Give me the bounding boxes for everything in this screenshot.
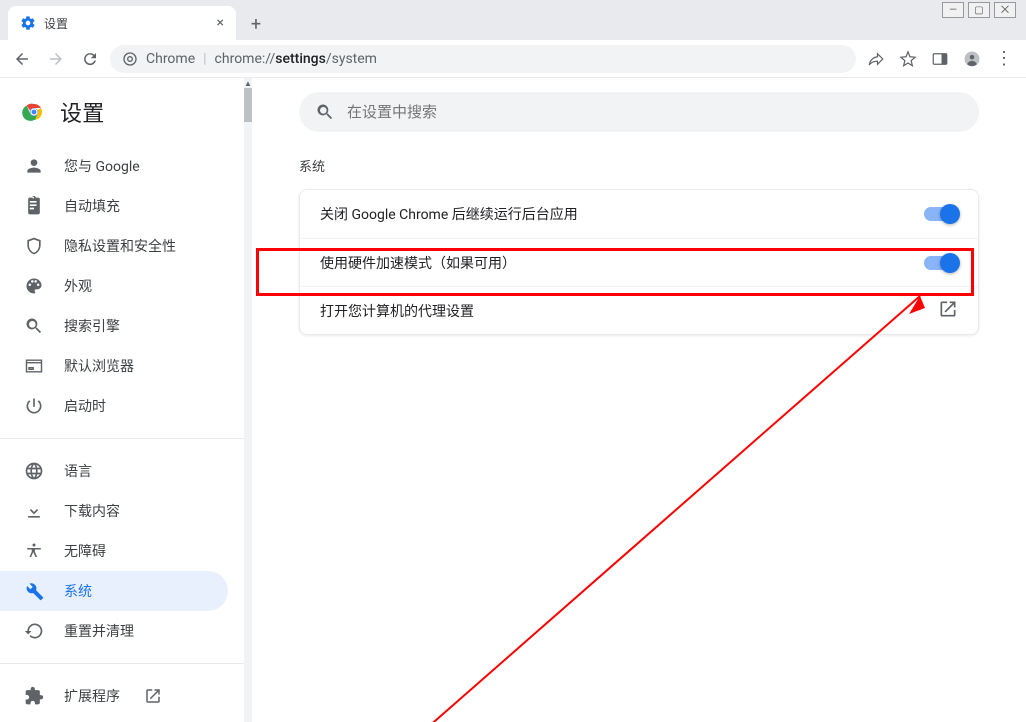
star-icon bbox=[899, 50, 917, 68]
bookmark-button[interactable] bbox=[894, 45, 922, 73]
sidebar-item-label: 系统 bbox=[64, 581, 92, 601]
avatar-icon bbox=[963, 50, 981, 68]
wrench-icon bbox=[24, 581, 44, 601]
address-url: chrome://settings/system bbox=[215, 51, 377, 67]
scroll-thumb[interactable] bbox=[244, 88, 252, 122]
chrome-logo-mono-icon bbox=[122, 51, 138, 67]
vertical-dots-icon: ⋮ bbox=[995, 48, 1013, 69]
share-button[interactable] bbox=[862, 45, 890, 73]
sidebar-item-about[interactable]: 关于 Chrome bbox=[0, 716, 228, 722]
palette-icon bbox=[24, 276, 44, 296]
overflow-menu-button[interactable]: ⋮ bbox=[990, 45, 1018, 73]
window-controls: — ▢ ⨉ bbox=[942, 2, 1016, 18]
sidebar-title: 设置 bbox=[60, 96, 104, 128]
toggle-switch[interactable] bbox=[924, 207, 958, 221]
sidebar-item-label: 默认浏览器 bbox=[64, 356, 134, 376]
person-icon bbox=[24, 156, 44, 176]
settings-card: 关闭 Google Chrome 后继续运行后台应用使用硬件加速模式（如果可用）… bbox=[299, 189, 979, 335]
sidebar-item-on-startup[interactable]: 启动时 bbox=[0, 386, 228, 426]
toggle-switch[interactable] bbox=[924, 256, 958, 270]
clipboard-icon bbox=[24, 196, 44, 216]
setting-row: 使用硬件加速模式（如果可用） bbox=[300, 238, 978, 286]
sidebar-item-label: 无障碍 bbox=[64, 541, 106, 561]
sidebar-item-search-engine[interactable]: 搜索引擎 bbox=[0, 306, 228, 346]
window-minimize-button[interactable]: — bbox=[942, 2, 964, 18]
extension-icon bbox=[24, 686, 44, 706]
restore-icon bbox=[24, 621, 44, 641]
setting-label: 打开您计算机的代理设置 bbox=[320, 301, 938, 321]
new-tab-button[interactable]: + bbox=[242, 10, 270, 38]
external-link-icon bbox=[938, 299, 958, 323]
sidebar-item-default-browser[interactable]: 默认浏览器 bbox=[0, 346, 228, 386]
settings-search[interactable] bbox=[299, 92, 979, 132]
scroll-up-arrow-icon: ▲ bbox=[244, 78, 252, 88]
side-panel-button[interactable] bbox=[926, 45, 954, 73]
sidebar-item-downloads[interactable]: 下载内容 bbox=[0, 491, 228, 531]
sidebar-item-label: 隐私设置和安全性 bbox=[64, 236, 176, 256]
sidebar-item-label: 自动填充 bbox=[64, 196, 120, 216]
sidebar-item-appearance[interactable]: 外观 bbox=[0, 266, 228, 306]
download-icon bbox=[24, 501, 44, 521]
sidebar-item-label: 扩展程序 bbox=[64, 686, 120, 706]
sidebar-item-label: 启动时 bbox=[64, 396, 106, 416]
sidebar-item-label: 下载内容 bbox=[64, 501, 120, 521]
setting-label: 使用硬件加速模式（如果可用） bbox=[320, 253, 924, 273]
search-icon bbox=[24, 316, 44, 336]
tab-close-button[interactable]: × bbox=[217, 16, 224, 30]
tab-title: 设置 bbox=[44, 15, 209, 32]
sidebar-item-privacy[interactable]: 隐私设置和安全性 bbox=[0, 226, 228, 266]
arrow-left-icon bbox=[13, 50, 31, 68]
content-area: 系统 关闭 Google Chrome 后继续运行后台应用使用硬件加速模式（如果… bbox=[252, 78, 1026, 722]
settings-sidebar: 设置 您与 Google 自动填充隐私设置和安全性外观搜索引擎默认浏览器启动时语言… bbox=[0, 78, 244, 722]
sidebar-item-label: 重置并清理 bbox=[64, 621, 134, 641]
sidebar-item-label: 语言 bbox=[64, 461, 92, 481]
window-maximize-button[interactable]: ▢ bbox=[968, 2, 990, 18]
sidebar-item-label: 搜索引擎 bbox=[64, 316, 120, 336]
sidebar-item-label: 外观 bbox=[64, 276, 92, 296]
shield-icon bbox=[24, 236, 44, 256]
share-icon bbox=[867, 50, 885, 68]
search-icon bbox=[315, 102, 335, 122]
panel-icon bbox=[931, 50, 949, 68]
tab-bar: 设置 × + bbox=[0, 0, 1026, 40]
sidebar-item-you-google[interactable]: 您与 Google bbox=[0, 146, 228, 186]
reload-icon bbox=[81, 50, 99, 68]
setting-label: 关闭 Google Chrome 后继续运行后台应用 bbox=[320, 204, 924, 224]
address-product-label: Chrome bbox=[146, 51, 195, 67]
sidebar-item-extensions[interactable]: 扩展程序 bbox=[0, 676, 228, 716]
globe-icon bbox=[24, 461, 44, 481]
browser-tab-settings[interactable]: 设置 × bbox=[8, 6, 236, 40]
sidebar-item-reset[interactable]: 重置并清理 bbox=[0, 611, 228, 651]
chrome-logo-icon bbox=[22, 100, 46, 124]
sidebar-item-languages[interactable]: 语言 bbox=[0, 451, 228, 491]
settings-search-input[interactable] bbox=[347, 103, 963, 121]
gear-icon bbox=[20, 15, 36, 31]
accessibility-icon bbox=[24, 541, 44, 561]
window-close-button[interactable]: ⨉ bbox=[994, 2, 1016, 18]
power-icon bbox=[24, 396, 44, 416]
setting-row[interactable]: 打开您计算机的代理设置 bbox=[300, 286, 978, 334]
sidebar-item-system[interactable]: 系统 bbox=[0, 571, 228, 611]
sidebar-divider bbox=[0, 663, 244, 664]
sidebar-divider bbox=[0, 438, 244, 439]
browser-icon bbox=[24, 356, 44, 376]
sidebar-item-label: 您与 Google bbox=[64, 156, 140, 176]
arrow-right-icon bbox=[47, 50, 65, 68]
sidebar-header: 设置 bbox=[0, 78, 244, 146]
address-bar[interactable]: Chrome | chrome://settings/system bbox=[110, 45, 856, 73]
external-link-icon bbox=[144, 687, 162, 705]
forward-button[interactable] bbox=[42, 45, 70, 73]
profile-button[interactable] bbox=[958, 45, 986, 73]
reload-button[interactable] bbox=[76, 45, 104, 73]
setting-row: 关闭 Google Chrome 后继续运行后台应用 bbox=[300, 190, 978, 238]
sidebar-item-autofill[interactable]: 自动填充 bbox=[0, 186, 228, 226]
sidebar-item-accessibility[interactable]: 无障碍 bbox=[0, 531, 228, 571]
back-button[interactable] bbox=[8, 45, 36, 73]
sidebar-scrollbar[interactable]: ▲ bbox=[244, 78, 252, 722]
toolbar: Chrome | chrome://settings/system ⋮ bbox=[0, 40, 1026, 78]
section-title: 系统 bbox=[299, 156, 979, 175]
